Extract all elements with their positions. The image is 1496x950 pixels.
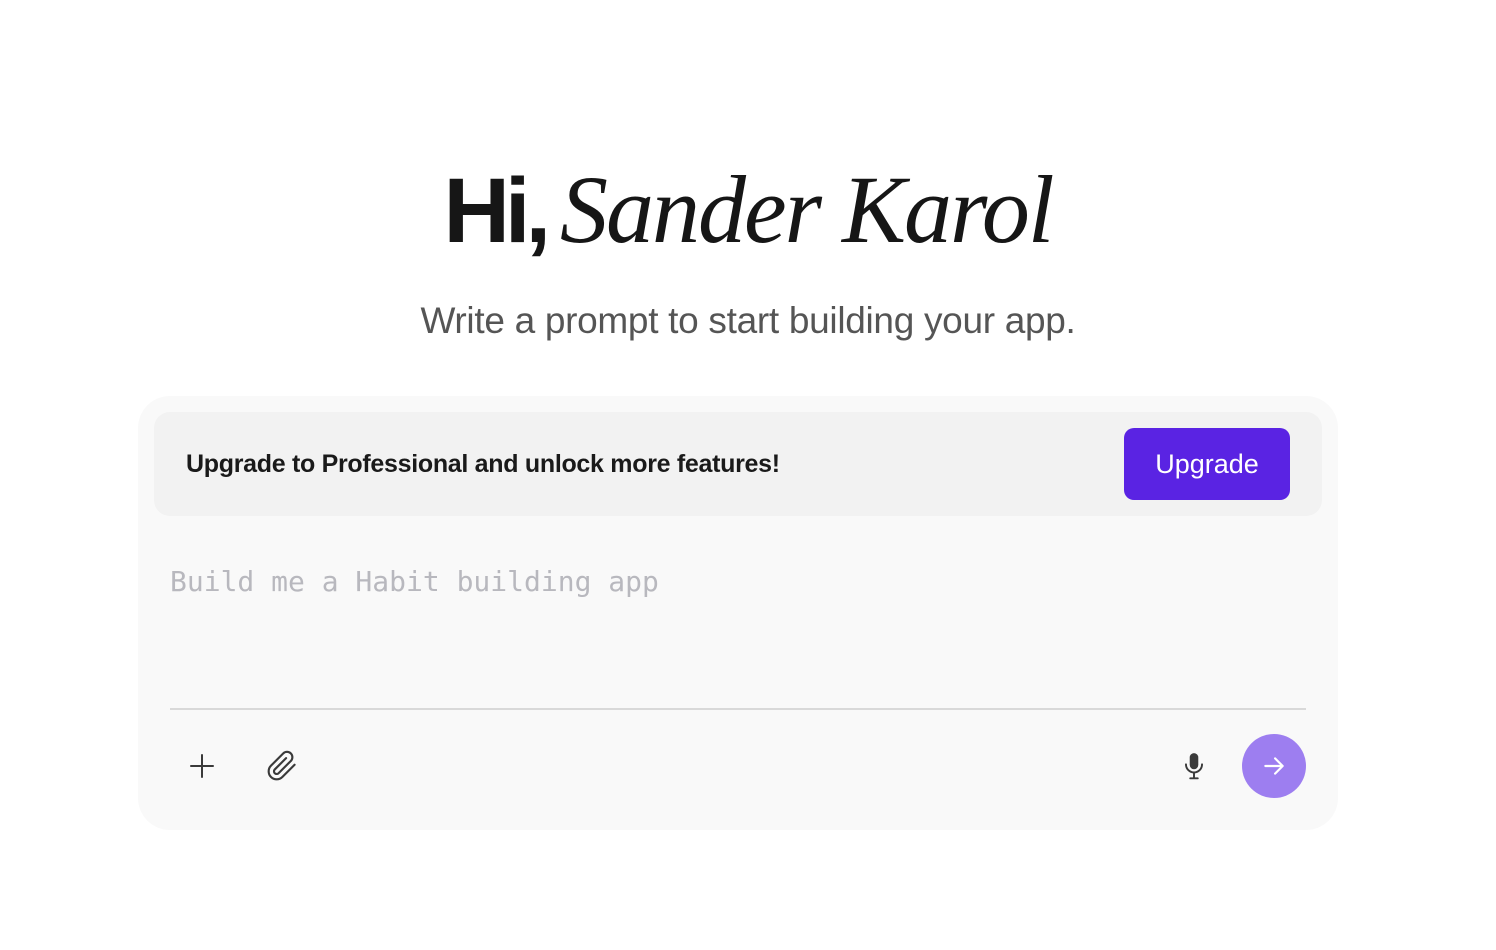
- attach-button[interactable]: [258, 742, 306, 790]
- user-name: Sander Karol: [560, 156, 1054, 263]
- upgrade-banner-message: Upgrade to Professional and unlock more …: [186, 450, 780, 478]
- paperclip-icon: [267, 750, 296, 781]
- page: Hi, Sander Karol Write a prompt to start …: [0, 0, 1496, 950]
- greeting-prefix: Hi,: [443, 160, 551, 262]
- prompt-input[interactable]: [170, 556, 1306, 706]
- greeting-heading: Hi, Sander Karol: [0, 160, 1496, 262]
- upgrade-button[interactable]: Upgrade: [1124, 428, 1290, 500]
- add-button[interactable]: [178, 742, 226, 790]
- composer-divider: [170, 708, 1306, 710]
- prompt-composer: Upgrade to Professional and unlock more …: [138, 396, 1338, 830]
- send-button[interactable]: [1242, 734, 1306, 798]
- upgrade-banner: Upgrade to Professional and unlock more …: [154, 412, 1322, 516]
- microphone-icon: [1185, 753, 1203, 780]
- plus-icon: [190, 754, 214, 778]
- voice-input-button[interactable]: [1170, 742, 1218, 790]
- arrow-right-icon: [1264, 757, 1284, 775]
- page-subtitle: Write a prompt to start building your ap…: [420, 300, 1076, 341]
